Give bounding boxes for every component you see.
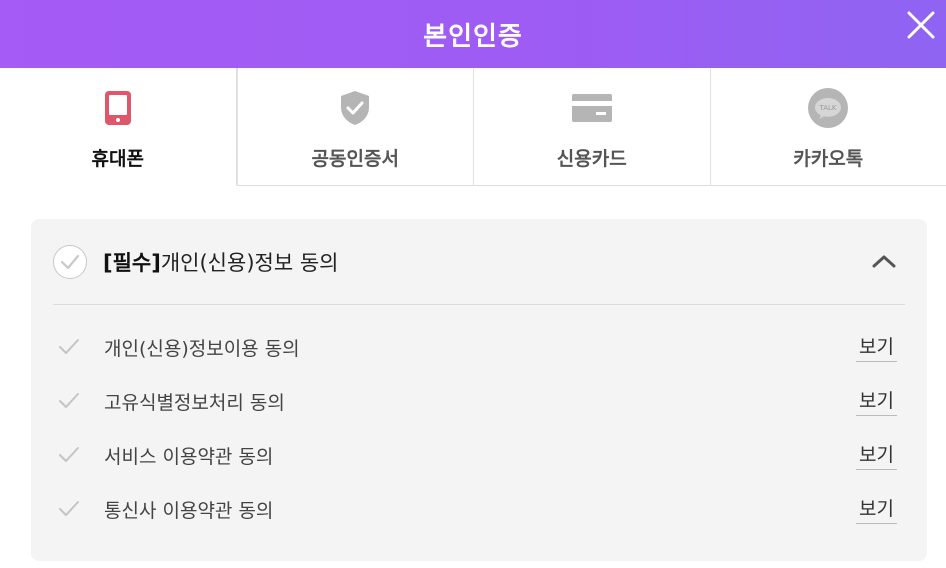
agreement-item-label: 고유식별정보처리 동의 xyxy=(104,391,285,414)
tab-label: 신용카드 xyxy=(556,148,627,170)
check-icon xyxy=(60,254,80,269)
required-tag: [필수] xyxy=(103,250,161,275)
item-checkbox[interactable] xyxy=(55,441,83,469)
credit-card-icon xyxy=(571,88,612,128)
check-icon xyxy=(59,393,79,408)
agree-all-checkbox[interactable] xyxy=(53,244,87,279)
shield-check-icon xyxy=(335,88,375,128)
collapse-button[interactable] xyxy=(871,251,897,271)
item-checkbox[interactable] xyxy=(55,333,83,361)
agreement-item-label: 서비스 이용약관 동의 xyxy=(104,445,274,468)
agreement-item-label: 개인(신용)정보이용 동의 xyxy=(104,337,300,360)
view-link[interactable]: 보기 xyxy=(856,332,897,362)
tab-label: 카카오톡 xyxy=(793,148,864,170)
agreement-item: 고유식별정보처리 동의 보기 xyxy=(53,374,905,428)
kakao-talk-icon: TALK xyxy=(808,88,849,128)
kakao-talk-icon-text: TALK xyxy=(819,104,837,112)
view-link[interactable]: 보기 xyxy=(856,494,897,524)
tab-kakaotalk[interactable]: TALK 카카오톡 xyxy=(709,68,946,185)
agreement-items: 개인(신용)정보이용 동의 보기 고유식별정보처리 동의 보기 서비스 이용약관… xyxy=(53,304,905,536)
item-checkbox[interactable] xyxy=(55,495,83,523)
item-checkbox[interactable] xyxy=(55,387,83,415)
agreement-panel: [필수]개인(신용)정보 동의 개인(신용)정보이용 동의 보기 고유식별정보처… xyxy=(31,219,927,561)
tab-certificate[interactable]: 공동인증서 xyxy=(236,68,473,185)
check-icon xyxy=(59,339,79,354)
close-icon xyxy=(907,11,935,39)
view-link[interactable]: 보기 xyxy=(856,440,897,470)
agreement-item: 개인(신용)정보이용 동의 보기 xyxy=(53,320,905,374)
tab-label: 휴대폰 xyxy=(91,148,144,170)
agree-all-row: [필수]개인(신용)정보 동의 xyxy=(53,219,905,305)
modal-title: 본인인증 xyxy=(423,21,523,52)
tab-label: 공동인증서 xyxy=(311,148,399,170)
close-button[interactable] xyxy=(906,10,936,40)
check-icon xyxy=(59,447,79,462)
auth-method-tabs: 휴대폰 공동인증서 신용카드 TALK 카카오톡 xyxy=(0,68,946,186)
chevron-up-icon xyxy=(872,255,896,268)
tab-phone[interactable]: 휴대폰 xyxy=(0,68,237,186)
agree-all-label: [필수]개인(신용)정보 동의 xyxy=(103,247,338,277)
modal-header: 본인인증 xyxy=(0,0,946,68)
check-icon xyxy=(59,501,79,516)
phone-icon xyxy=(98,88,138,128)
agreement-item: 통신사 이용약관 동의 보기 xyxy=(53,482,905,536)
agree-all-text: 개인(신용)정보 동의 xyxy=(160,250,339,275)
agreement-item: 서비스 이용약관 동의 보기 xyxy=(53,428,905,482)
tab-credit-card[interactable]: 신용카드 xyxy=(473,68,710,185)
view-link[interactable]: 보기 xyxy=(856,386,897,416)
agreement-item-label: 통신사 이용약관 동의 xyxy=(104,499,274,522)
